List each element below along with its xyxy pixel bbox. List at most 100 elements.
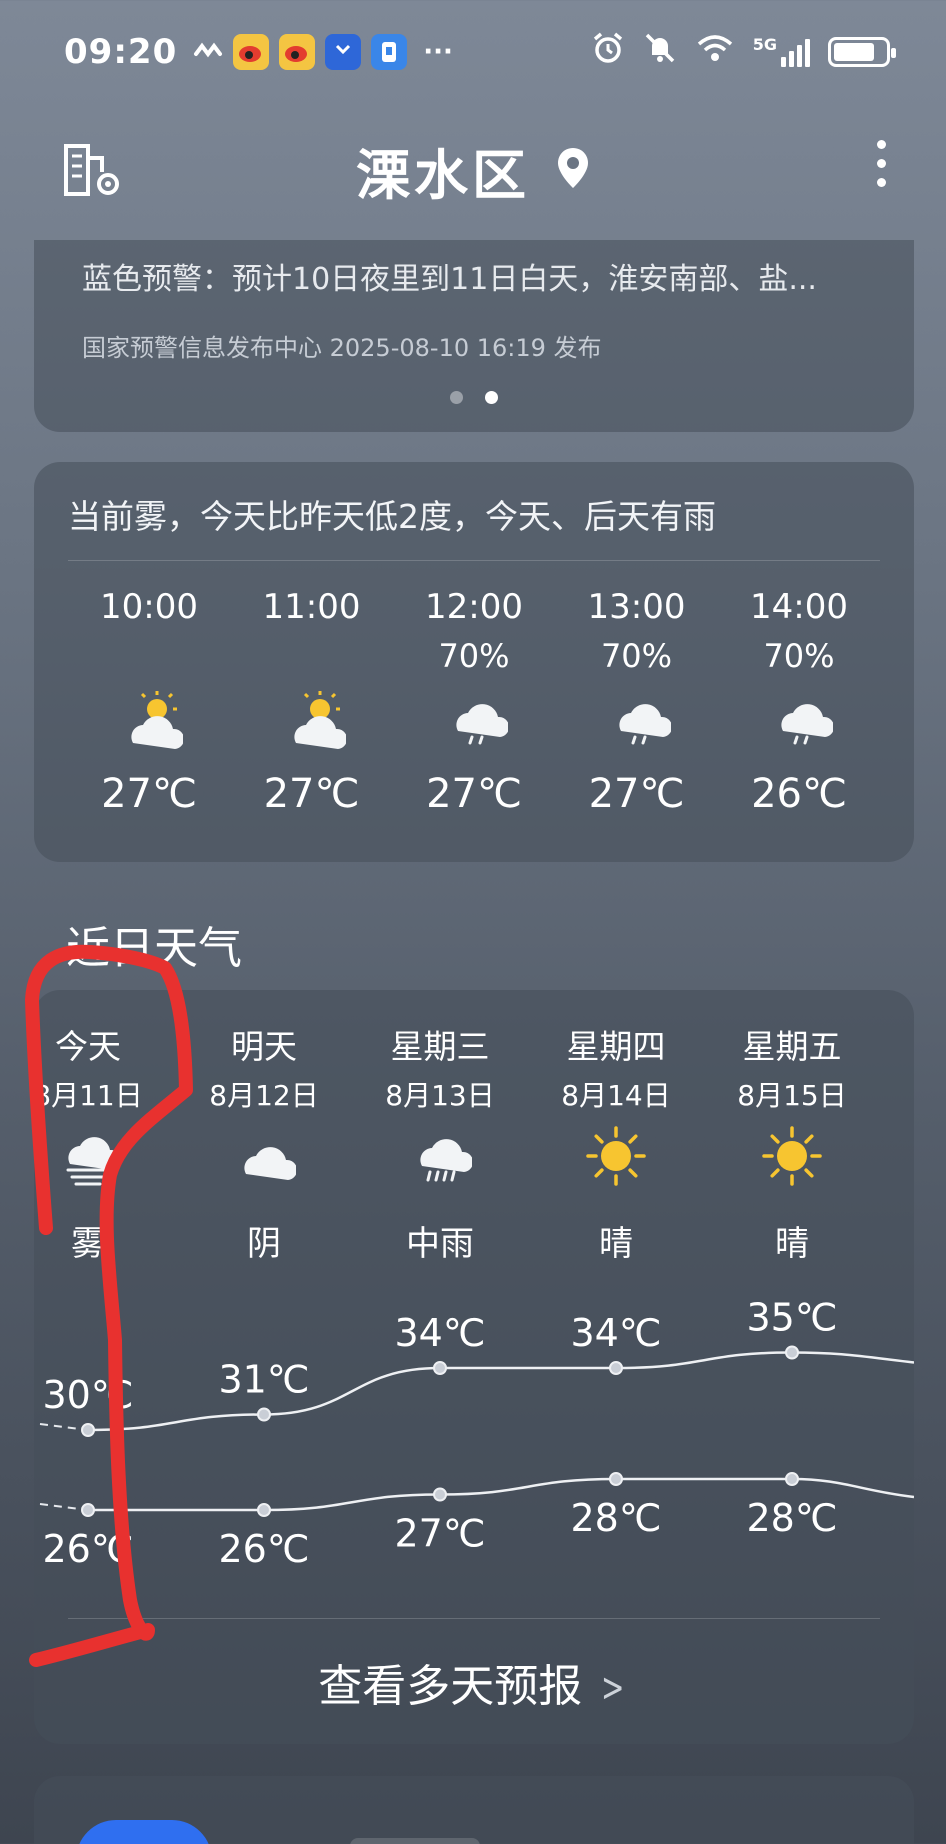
hourly-list[interactable]: 10:00 27℃ 11:00 27℃ 12:00 70% 27℃ 13:00 … [68, 561, 880, 851]
more-forecast-label: 查看多天预报 [318, 1661, 583, 1712]
hour-precip: 70% [600, 637, 673, 675]
mute-icon [643, 31, 677, 74]
divider [68, 1618, 880, 1619]
warning-source: 国家预警信息发布中心 2025-08-10 16:19 发布 [82, 334, 602, 362]
low-temp-label: 26℃ [42, 1527, 133, 1571]
day-name: 星期三 [390, 1027, 490, 1066]
recent-weather-title: 近日天气 [66, 923, 242, 974]
page-dot [450, 391, 463, 404]
tag-badge [350, 1838, 480, 1844]
hour-time: 12:00 [425, 587, 523, 627]
app-notification-icon [325, 34, 362, 70]
day-date: 8月12日 [209, 1079, 319, 1112]
partly-cloudy-icon [119, 687, 185, 755]
app-notification-icon [371, 34, 408, 70]
day-name: 星期五 [742, 1027, 842, 1066]
city-name[interactable]: 溧水区 [356, 131, 530, 210]
low-temp-label: 27℃ [394, 1512, 485, 1556]
day-condition: 晴 [775, 1224, 809, 1264]
low-temp-point [609, 1472, 623, 1486]
hour-temp: 27℃ [263, 771, 360, 817]
wifi-icon [695, 32, 735, 73]
hour-time: 10:00 [100, 587, 198, 627]
day-name: 明天 [231, 1027, 297, 1066]
hour-time: 11:00 [262, 587, 361, 627]
network-type-label: 5G [752, 35, 777, 54]
high-temp-point [81, 1423, 95, 1437]
chevron-right-icon: > [601, 1665, 625, 1711]
header: 溧水区 [0, 120, 946, 220]
page-dot-active [485, 391, 498, 404]
day-condition: 中雨 [406, 1224, 474, 1264]
weibo-icon [233, 34, 270, 70]
hour-item[interactable]: 10:00 27℃ [74, 561, 224, 851]
partly-cloudy-icon [282, 687, 347, 755]
day-name: 今天 [55, 1027, 121, 1066]
sunny-icon [760, 1124, 824, 1192]
status-time: 09:20 [64, 32, 178, 72]
daily-forecast-card: 今天 8月11日 雾 明天 8月12日 阴 星期三 8月13日 中雨 星期四 8… [33, 990, 914, 1744]
next-card[interactable] [34, 1776, 914, 1844]
hour-item[interactable]: 13:00 70% 27℃ [562, 561, 712, 851]
temperature-chart: 30℃ 26℃ 31℃ 26℃ 34℃ 27℃ 34℃ 28℃ 35℃ 28℃ [39, 1296, 914, 1571]
low-temp-label: 28℃ [746, 1496, 837, 1540]
day-date: 8月11日 [33, 1079, 143, 1112]
light-rain-icon [769, 687, 835, 755]
warning-card[interactable]: 蓝色预警：预计10日夜里到11日白天，淮安南部、盐... 国家预警信息发布中心 … [34, 240, 914, 432]
high-temp-history-dash [39, 1423, 89, 1431]
fog-icon [56, 1124, 122, 1192]
day-date: 8月15日 [737, 1079, 847, 1112]
high-temp-label: 35℃ [746, 1296, 837, 1340]
hour-temp: 26℃ [751, 771, 847, 817]
low-temp-history-dash [39, 1503, 89, 1511]
low-temp-point [433, 1487, 447, 1502]
day-date: 8月13日 [385, 1079, 495, 1112]
hour-precip: 70% [763, 637, 835, 675]
hour-temp: 27℃ [426, 771, 522, 817]
light-rain-icon [607, 687, 672, 755]
app-promo-icon [76, 1820, 212, 1844]
high-temp-point [785, 1345, 799, 1360]
day-date: 8月14日 [561, 1079, 671, 1112]
city-manage-icon[interactable] [60, 142, 126, 204]
day-name: 星期四 [566, 1027, 666, 1066]
high-temp-point [257, 1407, 271, 1422]
more-menu-icon[interactable] [877, 140, 886, 187]
high-temp-point [609, 1361, 623, 1375]
weibo-icon [279, 34, 316, 70]
hour-temp: 27℃ [101, 771, 197, 817]
high-temp-label: 30℃ [42, 1373, 133, 1417]
location-pin-icon [556, 146, 590, 194]
sunny-icon [584, 1124, 648, 1192]
hour-item[interactable]: 11:00 27℃ [237, 561, 387, 851]
hour-time: 13:00 [587, 587, 686, 627]
high-temp-label: 34℃ [394, 1311, 485, 1355]
daily-list[interactable]: 今天 8月11日 雾 明天 8月12日 阴 星期三 8月13日 中雨 星期四 8… [33, 990, 914, 1310]
signal-icon: 5G [753, 37, 810, 67]
hour-item[interactable]: 12:00 70% 27℃ [399, 561, 549, 851]
warning-text: 蓝色预警：预计10日夜里到11日白天，淮安南部、盐... [82, 262, 817, 297]
low-temp-point [785, 1472, 799, 1486]
day-condition: 阴 [247, 1224, 281, 1264]
low-temp-label: 28℃ [570, 1496, 661, 1540]
more-notifications-icon: ··· [423, 37, 453, 67]
alarm-icon [591, 31, 625, 74]
low-temp-point [81, 1503, 95, 1517]
page-indicator [82, 391, 866, 404]
status-bar: 09:20 ··· 5G [0, 0, 946, 104]
more-forecast-button[interactable]: 查看多天预报 > [34, 1650, 914, 1714]
day-condition: 晴 [599, 1224, 633, 1264]
weather-summary: 当前雾，今天比昨天低2度，今天、后天有雨 [68, 462, 880, 561]
cloudy-icon [232, 1124, 298, 1192]
high-temp-line [87, 1351, 914, 1432]
hour-precip: 70% [438, 637, 510, 675]
app-notification-icon [193, 34, 223, 70]
hour-time: 14:00 [750, 587, 848, 627]
high-temp-point [433, 1361, 447, 1375]
moderate-rain-icon [408, 1124, 474, 1192]
high-temp-label: 34℃ [570, 1311, 661, 1355]
hour-temp: 27℃ [588, 771, 685, 817]
high-temp-label: 31℃ [218, 1358, 309, 1402]
day-condition: 雾 [71, 1224, 105, 1264]
hour-item[interactable]: 14:00 70% 26℃ [724, 561, 874, 851]
